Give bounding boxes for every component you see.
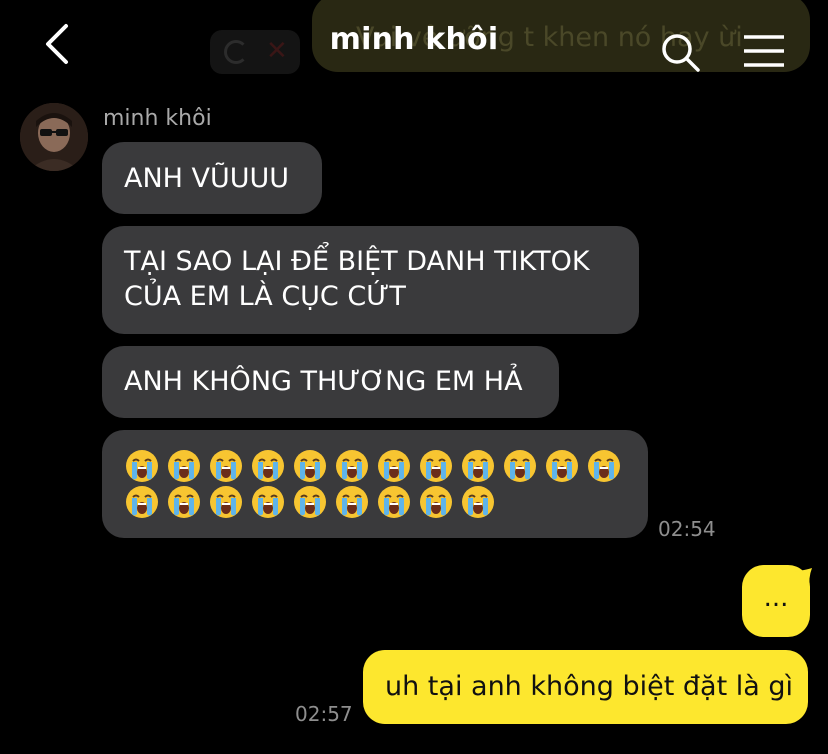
- loudly-crying-face-emoji: [292, 448, 328, 484]
- loudly-crying-face-emoji: [124, 484, 160, 520]
- message-text: TẠI SAO LẠI ĐỂ BIỆT DANH TIKTOK CỦA EM L…: [124, 246, 590, 312]
- message-text: ANH KHÔNG THƯƠNG EM HẢ: [124, 366, 523, 397]
- loudly-crying-face-emoji: [250, 484, 286, 520]
- message-timestamp: 02:54: [658, 517, 716, 541]
- message-text: ...: [763, 583, 789, 613]
- loudly-crying-face-emoji: [124, 448, 160, 484]
- hamburger-menu-icon[interactable]: [742, 34, 786, 68]
- search-icon[interactable]: [660, 32, 702, 74]
- emoji-row: [124, 484, 626, 520]
- loudly-crying-face-emoji: [460, 484, 496, 520]
- loudly-crying-face-emoji: [250, 448, 286, 484]
- incoming-emoji-bubble[interactable]: [102, 430, 648, 538]
- loudly-crying-face-emoji: [376, 448, 412, 484]
- loudly-crying-face-emoji: [208, 448, 244, 484]
- loudly-crying-face-emoji: [544, 448, 580, 484]
- loudly-crying-face-emoji: [292, 484, 328, 520]
- chat-title: minh khôi: [329, 22, 499, 57]
- emoji-row: [124, 448, 626, 484]
- loudly-crying-face-emoji: [586, 448, 622, 484]
- message-text: ANH VŨUUU: [124, 163, 290, 194]
- loudly-crying-face-emoji: [334, 484, 370, 520]
- loudly-crying-face-emoji: [334, 448, 370, 484]
- incoming-message-bubble[interactable]: ANH VŨUUU: [102, 142, 322, 214]
- loudly-crying-face-emoji: [376, 484, 412, 520]
- loudly-crying-face-emoji: [208, 484, 244, 520]
- message-timestamp: 02:57: [295, 702, 353, 726]
- loudly-crying-face-emoji: [502, 448, 538, 484]
- bubble-tail: [792, 568, 812, 590]
- incoming-message-bubble[interactable]: TẠI SAO LẠI ĐỂ BIỆT DANH TIKTOK CỦA EM L…: [102, 226, 639, 334]
- loudly-crying-face-emoji: [418, 448, 454, 484]
- loudly-crying-face-emoji: [418, 484, 454, 520]
- sender-name: minh khôi: [103, 106, 212, 131]
- chat-header: minh khôi: [0, 0, 828, 92]
- avatar[interactable]: [20, 103, 88, 171]
- outgoing-message-bubble[interactable]: uh tại anh không biệt đặt là gì: [363, 650, 808, 724]
- loudly-crying-face-emoji: [166, 448, 202, 484]
- incoming-message-bubble[interactable]: ANH KHÔNG THƯƠNG EM HẢ: [102, 346, 559, 418]
- message-text: uh tại anh không biệt đặt là gì: [385, 671, 794, 702]
- loudly-crying-face-emoji: [460, 448, 496, 484]
- loudly-crying-face-emoji: [166, 484, 202, 520]
